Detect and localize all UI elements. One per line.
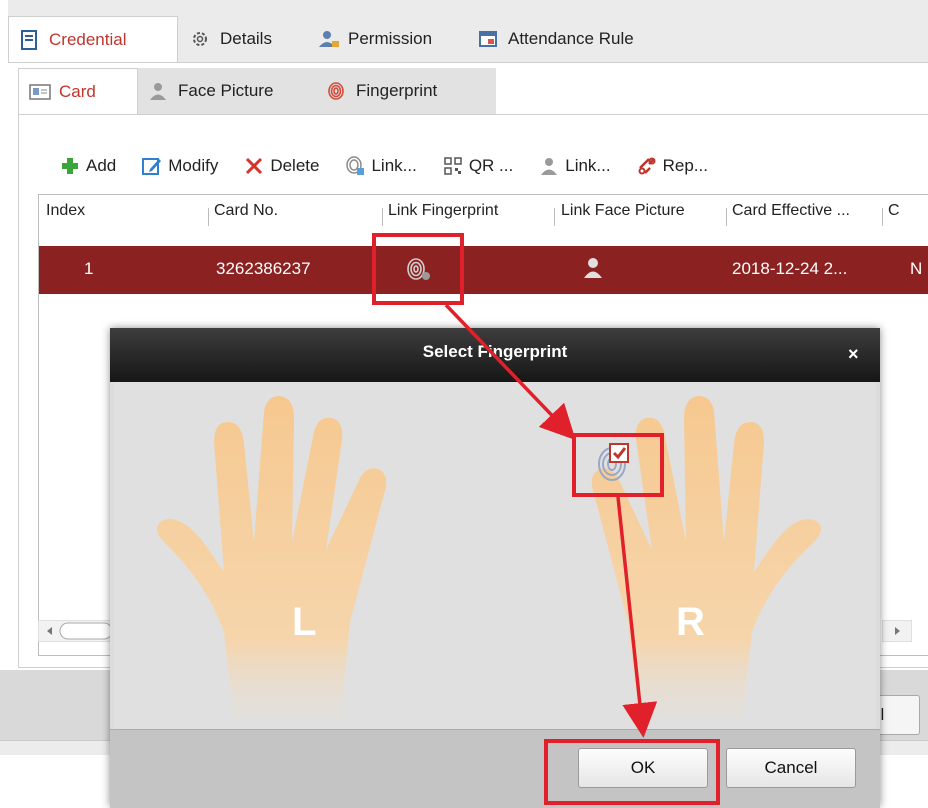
- column-divider: [882, 208, 883, 226]
- scroll-right-arrow[interactable]: [881, 619, 913, 643]
- subtab-label: Face Picture: [178, 81, 274, 100]
- column-header-link-face-picture[interactable]: Link Face Picture: [561, 202, 685, 220]
- main-tab-bar: Credential Details Permission Attendance…: [8, 0, 928, 62]
- modify-button[interactable]: Modify: [142, 156, 218, 176]
- horizontal-scrollbar[interactable]: [37, 619, 115, 643]
- tab-label: Details: [220, 29, 272, 48]
- add-label: Add: [86, 156, 117, 175]
- add-button[interactable]: Add: [60, 156, 116, 176]
- delete-button[interactable]: Delete: [244, 156, 319, 176]
- tab-attendance-rule[interactable]: Attendance Rule: [468, 16, 644, 62]
- column-header-c[interactable]: C: [888, 202, 900, 220]
- column-divider: [726, 208, 727, 226]
- tab-permission[interactable]: Permission: [308, 16, 442, 62]
- replace-label: Rep...: [662, 156, 708, 175]
- replace-button[interactable]: Rep...: [637, 156, 708, 176]
- left-hand-label: L: [292, 600, 317, 644]
- right-hand-label: R: [676, 600, 705, 644]
- subtab-label: Card: [59, 81, 96, 101]
- cancel-label: Cancel: [764, 758, 818, 777]
- cell-card-no: 3262386237: [216, 259, 311, 278]
- highlight-link-fingerprint: [372, 233, 464, 305]
- column-divider: [208, 208, 209, 226]
- calendar-icon: [478, 29, 498, 49]
- link-fingerprint-button[interactable]: Link...: [345, 156, 417, 176]
- subtab-fingerprint[interactable]: Fingerprint: [316, 68, 496, 114]
- highlight-ok-button: [544, 739, 720, 805]
- user-key-icon: [318, 29, 339, 49]
- column-header-card-no[interactable]: Card No.: [214, 202, 278, 220]
- cancel-button[interactable]: Cancel: [726, 748, 856, 788]
- id-card-icon: [29, 82, 51, 102]
- close-icon: [244, 156, 264, 176]
- highlight-fingerprint-checkbox: [572, 433, 664, 497]
- cell-card-effective: 2018-12-24 2...: [732, 259, 848, 278]
- fingerprint-icon: [326, 81, 346, 101]
- column-header-index[interactable]: Index: [46, 202, 85, 220]
- link-face-button[interactable]: Link...: [539, 156, 611, 176]
- column-header-card-effective[interactable]: Card Effective ...: [732, 202, 850, 220]
- close-button[interactable]: ×: [848, 344, 859, 365]
- qr-code-button[interactable]: QR ...: [443, 156, 513, 176]
- qr-code-label: QR ...: [468, 156, 514, 175]
- person-icon: [148, 81, 168, 101]
- column-divider: [554, 208, 555, 226]
- tab-label: Permission: [348, 29, 433, 48]
- left-hand: [157, 396, 387, 722]
- plus-icon: [60, 156, 80, 176]
- qr-code-icon: [443, 156, 463, 176]
- dialog-title: Select Fingerprint: [422, 342, 568, 361]
- subtab-label: Fingerprint: [356, 81, 438, 100]
- cell-extra: N: [910, 259, 923, 278]
- tab-label: Credential: [49, 29, 127, 49]
- column-divider: [382, 208, 383, 226]
- person-icon[interactable]: [582, 256, 604, 285]
- edit-icon: [142, 156, 162, 176]
- card-toolbar: Add Modify Delete Link... QR ... Link...…: [60, 146, 708, 186]
- hands-illustration: [157, 396, 821, 722]
- cell-index: 1: [84, 259, 94, 278]
- subtab-card[interactable]: Card: [18, 68, 138, 114]
- modify-label: Modify: [168, 156, 219, 175]
- tab-details[interactable]: Details: [180, 16, 282, 62]
- gear-icon: [190, 29, 210, 49]
- card-reader-icon: [19, 29, 39, 50]
- tab-credential[interactable]: Credential: [8, 16, 178, 62]
- person-icon: [539, 156, 559, 176]
- fingerprint-lock-icon: [345, 156, 365, 176]
- link-break-icon: [637, 156, 657, 176]
- link-fingerprint-label: Link...: [371, 156, 417, 175]
- column-header-link-fingerprint[interactable]: Link Fingerprint: [388, 202, 498, 220]
- delete-label: Delete: [270, 156, 320, 175]
- link-face-label: Link...: [565, 156, 611, 175]
- subtab-face-picture[interactable]: Face Picture: [138, 68, 316, 114]
- tab-label: Attendance Rule: [508, 29, 634, 48]
